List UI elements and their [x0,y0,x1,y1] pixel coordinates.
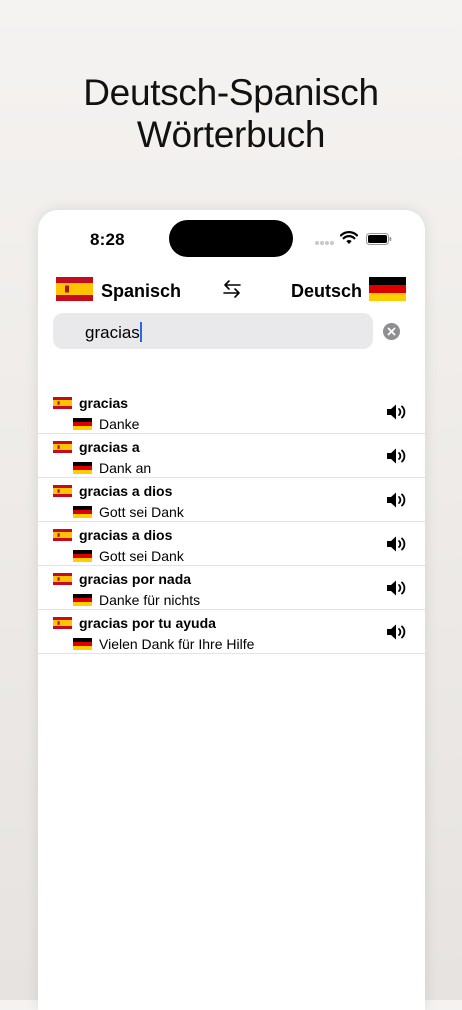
swap-languages-icon[interactable] [220,277,244,301]
spain-flag-icon [53,528,72,546]
result-row[interactable]: gracias por nada Danke für nichts [38,566,425,610]
result-term: gracias a dios [79,483,173,499]
result-translation: Vielen Dank für Ihre Hilfe [99,636,255,652]
target-language-label[interactable]: Deutsch [291,281,362,302]
result-row[interactable]: gracias a dios Gott sei Dank [38,522,425,566]
page-headline: Deutsch-Spanisch Wörterbuch [0,72,462,156]
result-row[interactable]: gracias a dios Gott sei Dank [38,478,425,522]
spain-flag-icon [53,396,72,414]
result-term: gracias [79,395,129,411]
germany-flag-icon [369,277,406,301]
clear-search-icon[interactable] [383,323,400,340]
speaker-icon[interactable] [386,579,408,597]
result-term: gracias a dios [79,527,173,543]
speaker-icon[interactable] [386,623,408,641]
result-term: gracias a [79,439,140,455]
spain-flag-icon [53,484,72,502]
headline-line-1: Deutsch-Spanisch [83,72,379,113]
speaker-icon[interactable] [386,491,408,509]
germany-flag-icon [73,505,92,523]
dynamic-island [169,220,293,257]
speaker-icon[interactable] [386,535,408,553]
status-time: 8:28 [90,230,125,249]
wifi-icon [340,231,358,244]
search-input-text: gracias [85,322,142,343]
spain-flag-icon [56,277,93,301]
spain-flag-icon [53,440,72,458]
search-value: gracias [85,323,140,342]
spain-flag-icon [53,572,72,590]
result-translation: Danke für nichts [99,592,201,608]
germany-flag-icon [73,593,92,611]
germany-flag-icon [73,637,92,655]
speaker-icon[interactable] [386,447,408,465]
text-caret [139,322,142,342]
result-translation: Danke [99,416,140,432]
result-term: gracias por tu ayuda [79,615,216,631]
result-translation: Dank an [99,460,152,476]
battery-icon [366,233,392,245]
result-row[interactable]: gracias por tu ayuda Vielen Dank für Ihre… [38,610,425,654]
result-row[interactable]: gracias a Dank an [38,434,425,478]
germany-flag-icon [73,417,92,435]
phone-screen: 8:28 Spanisch Deutsch gracias gracias Dan… [38,210,425,1010]
germany-flag-icon [73,549,92,567]
result-translation: Gott sei Dank [99,548,184,564]
signal-icon [315,241,335,245]
search-input[interactable]: gracias [53,313,373,349]
source-language-label[interactable]: Spanisch [101,281,181,302]
speaker-icon[interactable] [386,403,408,421]
result-term: gracias por nada [79,571,192,587]
headline-line-2: Wörterbuch [136,114,326,155]
results-list: gracias Danke gracias a Dank an gracias a di… [38,390,425,654]
result-row[interactable]: gracias Danke [38,390,425,434]
germany-flag-icon [73,461,92,479]
spain-flag-icon [53,616,72,634]
result-translation: Gott sei Dank [99,504,184,520]
